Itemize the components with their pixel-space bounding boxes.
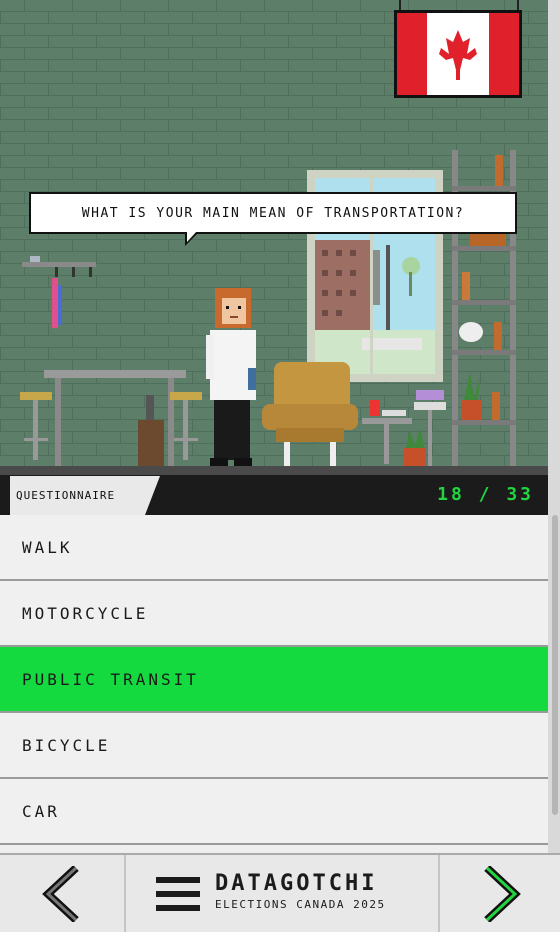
option-car[interactable]: Car [0, 779, 548, 845]
previous-button[interactable] [0, 855, 126, 932]
option-label: Motorcycle [22, 603, 149, 623]
section-label-corner [145, 476, 160, 515]
option-walk[interactable]: Walk [0, 515, 548, 581]
app-subtitle: Elections Canada 2025 [215, 898, 386, 911]
option-label: Car [22, 801, 60, 821]
bottom-navigation: Datagotchi Elections Canada 2025 [0, 853, 560, 932]
next-button[interactable] [438, 855, 560, 932]
game-scene: What is your main mean of transportation… [0, 0, 548, 515]
room-illustration [0, 0, 548, 475]
answer-options-list: Walk Motorcycle Public transit Bicycle C… [0, 515, 548, 853]
speech-bubble-tail-fill [187, 231, 197, 242]
question-progress: 18 / 33 [437, 484, 534, 505]
chevron-left-icon [42, 865, 79, 922]
option-public-transit[interactable]: Public transit [0, 647, 548, 713]
options-scrollbar[interactable] [552, 515, 558, 815]
chevron-right-icon [484, 865, 521, 922]
hamburger-menu-icon [156, 877, 200, 911]
option-label: Bicycle [22, 735, 111, 755]
app-title: Datagotchi [215, 871, 378, 896]
option-bicycle[interactable]: Bicycle [0, 713, 548, 779]
option-label: Walk [22, 537, 73, 557]
option-motorcycle[interactable]: Motorcycle [0, 581, 548, 647]
menu-button[interactable]: Datagotchi Elections Canada 2025 [126, 855, 436, 932]
canada-flag [394, 0, 522, 98]
option-label: Public transit [22, 669, 199, 689]
question-speech-bubble: What is your main mean of transportation… [29, 192, 517, 234]
section-label: Questionnaire [10, 476, 145, 515]
